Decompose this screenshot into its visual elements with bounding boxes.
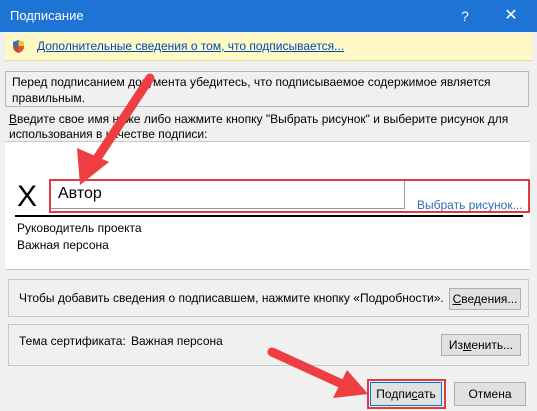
warning-box: Перед подписанием документа убедитесь, ч… [5,71,529,107]
signer-name-input[interactable] [49,179,405,209]
instruction-accel: В [9,112,18,126]
signing-dialog: Подписание ? ✕ Дополнительные сведения о… [0,0,537,411]
certificate-value: Важная персона [131,334,223,348]
info-bar: Дополнительные сведения о том, что подпи… [5,33,532,61]
change-button[interactable]: Изменить... [441,334,521,356]
cancel-button[interactable]: Отмена [454,382,526,406]
pick-image-link[interactable]: Выбрать рисунок... [417,198,523,212]
window-title: Подписание [10,8,84,23]
instruction-text: Введите свое имя ниже либо нажмите кнопк… [9,112,519,142]
shield-icon [13,40,24,53]
signer-name: Важная персона [17,238,109,252]
details-group: Чтобы добавить сведения о подписавшем, н… [8,279,529,317]
certificate-label: Тема сертификата: [19,334,126,348]
sign-button[interactable]: Подписать [370,382,442,406]
change-button-pre: Из [448,338,464,352]
details-button-label: ведения... [461,292,518,306]
details-button-accel: С [452,292,462,306]
signature-x-mark: X [17,180,38,213]
signature-panel: X Выбрать рисунок... Руководитель проект… [5,141,530,270]
sign-button-rest: ать [417,387,436,401]
signature-line [15,215,523,217]
info-link[interactable]: Дополнительные сведения о том, что подпи… [37,39,344,53]
sign-button-pre: Подпи [376,387,412,401]
instruction-body: ведите свое имя ниже либо нажмите кнопку… [9,112,509,141]
certificate-group: Тема сертификата: Важная персона Изменит… [8,324,529,366]
details-text: Чтобы добавить сведения о подписавшем, н… [19,291,444,305]
signer-title: Руководитель проекта [17,221,142,235]
change-button-rest: енить... [471,338,514,352]
title-bar: Подписание ? ✕ [0,0,537,32]
warning-text: Перед подписанием документа убедитесь, ч… [12,75,491,105]
help-button[interactable]: ? [445,0,485,32]
close-button[interactable]: ✕ [491,0,531,32]
details-button[interactable]: Сведения... [449,288,521,310]
